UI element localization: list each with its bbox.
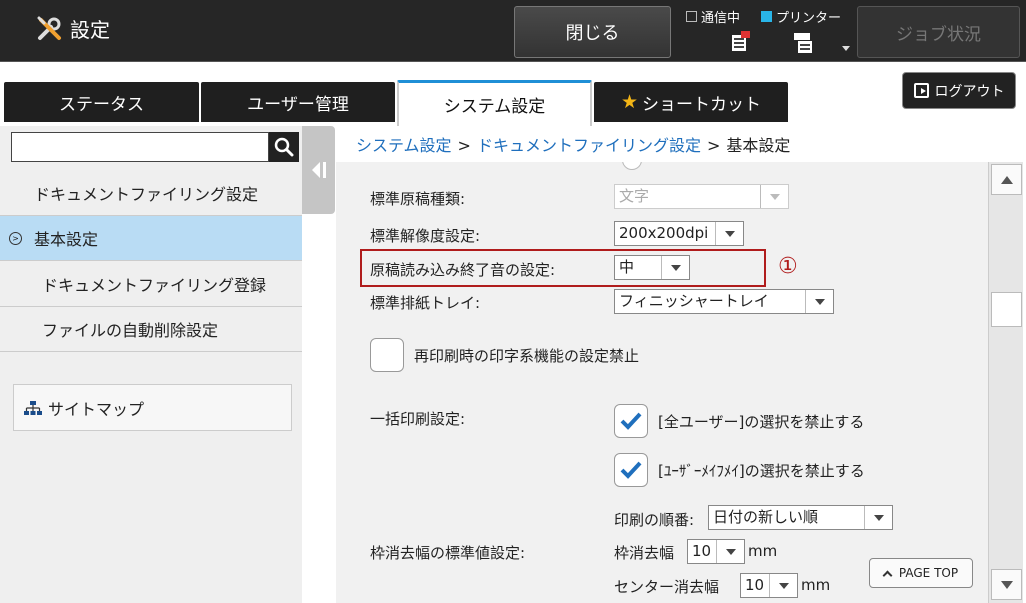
checkmark-icon (620, 461, 642, 479)
center-erase-label: センター消去幅 (614, 578, 720, 596)
tools-icon (37, 16, 61, 40)
frame-erase-value: 10 (692, 542, 712, 560)
job-status-button[interactable]: ジョブ状況 (857, 6, 1020, 58)
doc-type-label: 標準原稿種類: (370, 190, 466, 208)
chevron-down-icon (805, 290, 833, 313)
chevron-down-icon (716, 540, 744, 563)
scrollbar[interactable] (988, 162, 1023, 603)
printer-status: プリンター (761, 7, 841, 26)
output-tray-value: フィニッシャートレイ (619, 292, 769, 310)
sidebar-collapse-handle[interactable] (302, 126, 335, 214)
tab-shortcut[interactable]: ★ ショートカット (594, 82, 788, 122)
settings-panel: 標準原稿種類: 文字 標準解像度設定: 200x200dpi 原稿読み込み終了音… (336, 162, 988, 603)
scroll-down-button[interactable] (991, 569, 1022, 600)
breadcrumb-current: 基本設定 (726, 136, 791, 155)
breadcrumb-link-system-settings[interactable]: システム設定 (356, 136, 452, 155)
breadcrumb-separator: > (457, 136, 471, 155)
chevron-down-icon (760, 185, 788, 208)
printer-label: プリンター (776, 11, 842, 26)
sidebar-item-document-filing-settings[interactable]: ドキュメントファイリング設定 (0, 171, 302, 216)
chevron-down-icon (864, 506, 892, 529)
user-unknown-label: [ﾕｰｻﾞｰﾒｲﾌﾒｲ]の選択を禁止する (658, 462, 865, 480)
page-top-button[interactable]: PAGE TOP (869, 558, 973, 588)
center-erase-unit: mm (801, 576, 831, 594)
tab-shortcut-label: ショートカット (642, 94, 762, 115)
search-button[interactable] (269, 132, 299, 162)
frame-erase-select[interactable]: 10 (687, 539, 745, 564)
reprint-disable-checkbox[interactable] (370, 338, 404, 372)
chevron-down-icon (715, 222, 743, 245)
sidebar-item-auto-delete[interactable]: ファイルの自動削除設定 (0, 307, 302, 352)
reprint-disable-label: 再印刷時の印字系機能の設定禁止 (414, 347, 640, 365)
chevron-down-icon (769, 574, 797, 597)
print-order-label: 印刷の順番: (614, 511, 695, 529)
chevron-right-icon: > (9, 231, 22, 245)
breadcrumb-link-document-filing[interactable]: ドキュメントファイリング設定 (477, 136, 701, 155)
sidebar-item-label: 基本設定 (34, 230, 99, 249)
output-tray-label: 標準排紙トレイ: (370, 294, 481, 312)
top-bar: 設定 閉じる 通信中 プリンター ジョブ状況 (0, 0, 1026, 62)
tab-system-settings[interactable]: システム設定 (397, 80, 592, 126)
batch-print-label: 一括印刷設定: (370, 410, 466, 428)
all-users-label: [全ユーザー]の選択を禁止する (658, 413, 865, 431)
tab-strip: ステータス ユーザー管理 システム設定 ★ ショートカット ログアウト (0, 62, 1026, 126)
highlight-box (360, 249, 766, 287)
fax-device-icon[interactable] (728, 29, 754, 53)
user-unknown-checkbox[interactable] (614, 453, 648, 487)
tab-status[interactable]: ステータス (4, 82, 199, 122)
search-icon (274, 137, 294, 157)
breadcrumb: システム設定 > ドキュメントファイリング設定 > 基本設定 (356, 132, 790, 156)
all-users-checkbox[interactable] (614, 404, 648, 438)
sitemap-label: サイトマップ (48, 399, 145, 419)
sidebar: ドキュメントファイリング設定 > 基本設定 ドキュメントファイリング登録 ファイ… (0, 126, 302, 603)
collapse-left-icon (311, 162, 326, 178)
printer-device-icon[interactable] (790, 29, 820, 53)
sidebar-search (11, 132, 299, 162)
logout-label: ログアウト (934, 83, 1005, 100)
partial-radio[interactable] (622, 162, 642, 170)
communicating-status: 通信中 (686, 7, 740, 26)
doc-type-value: 文字 (619, 187, 650, 205)
edge-erase-label: 枠消去幅の標準値設定: (370, 544, 526, 562)
sidebar-item-basic-settings[interactable]: > 基本設定 (0, 216, 302, 261)
resolution-select[interactable]: 200x200dpi (614, 221, 744, 246)
doc-type-select: 文字 (614, 184, 789, 209)
app-title: 設定 (36, 14, 110, 43)
print-order-value: 日付の新しい順 (713, 508, 819, 526)
breadcrumb-separator: > (706, 136, 721, 155)
print-order-select[interactable]: 日付の新しい順 (708, 505, 893, 530)
sitemap-icon (24, 400, 42, 415)
output-tray-select[interactable]: フィニッシャートレイ (614, 289, 834, 314)
callout-number: ① (778, 254, 798, 279)
sitemap-button[interactable]: サイトマップ (13, 384, 292, 431)
logout-icon (913, 83, 929, 98)
communicating-indicator (686, 11, 697, 22)
center-erase-value: 10 (745, 576, 765, 594)
status-dropdown-icon[interactable] (842, 46, 850, 51)
tab-user-management[interactable]: ユーザー管理 (201, 82, 395, 122)
resolution-value: 200x200dpi (619, 224, 709, 242)
frame-erase-label: 枠消去幅 (614, 544, 675, 562)
page-top-label: PAGE TOP (898, 566, 959, 580)
frame-erase-unit: mm (748, 542, 778, 560)
sidebar-item-document-filing-registration[interactable]: ドキュメントファイリング登録 (0, 262, 302, 307)
logout-button[interactable]: ログアウト (902, 72, 1016, 109)
checkmark-icon (620, 412, 642, 430)
center-erase-select[interactable]: 10 (740, 573, 798, 598)
resolution-label: 標準解像度設定: (370, 227, 481, 245)
communicating-label: 通信中 (701, 11, 741, 26)
arrow-up-icon (1000, 175, 1013, 184)
app-title-text: 設定 (70, 18, 110, 42)
chevron-up-icon (882, 570, 893, 580)
search-input[interactable] (11, 132, 269, 162)
printer-indicator (761, 11, 772, 22)
close-button[interactable]: 閉じる (514, 6, 671, 58)
star-icon: ★ (620, 91, 639, 113)
arrow-down-icon (1000, 580, 1013, 589)
scroll-up-button[interactable] (991, 164, 1022, 195)
scroll-thumb[interactable] (991, 292, 1022, 327)
